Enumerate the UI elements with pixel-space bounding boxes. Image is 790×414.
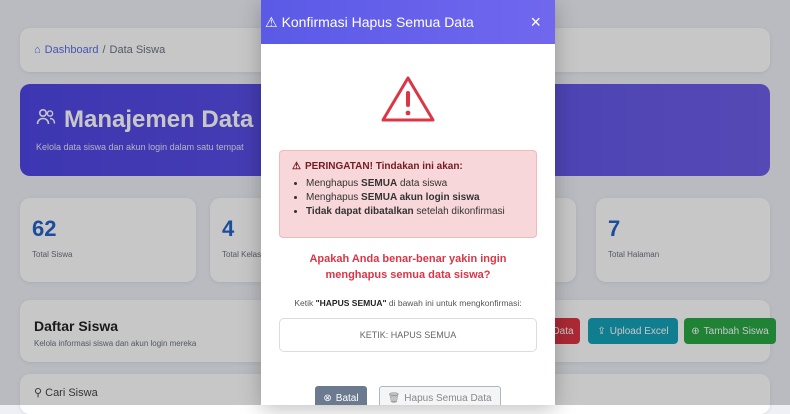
alert-heading: ⚠ PERINGATAN! Tindakan ini akan:	[292, 161, 526, 172]
item-strong: SEMUA akun login siswa	[361, 192, 480, 203]
item-text: data siswa	[397, 178, 448, 189]
modal-footer: ⊗ Batal 🗑 Hapus Semua Data	[261, 386, 555, 405]
delete-all-data-button[interactable]: 🗑 Hapus Semua Data	[378, 386, 501, 405]
list-item: Tidak dapat dibatalkan setelah dikonfirm…	[306, 206, 526, 217]
modal-header: ⚠ Konfirmasi Hapus Semua Data ×	[261, 0, 555, 44]
cancel-icon: ⊗	[323, 392, 332, 404]
item-strong: SEMUA	[361, 178, 398, 189]
instruction-text: Ketik	[294, 297, 316, 308]
confirmation-instruction: Ketik "HAPUS SEMUA" di bawah ini untuk m…	[261, 298, 555, 308]
item-text: setelah dikonfirmasi	[413, 206, 505, 217]
confirmation-question: Apakah Anda benar-benar yakin ingin meng…	[309, 253, 507, 281]
confirm-delete-modal: ⚠ Konfirmasi Hapus Semua Data × ⚠ PERING…	[261, 0, 555, 405]
modal-title-text: Konfirmasi Hapus Semua Data	[281, 14, 474, 30]
item-text: Menghapus	[306, 192, 362, 203]
instruction-keyword: "HAPUS SEMUA"	[315, 297, 387, 308]
item-strong: Tidak dapat dibatalkan	[306, 206, 414, 217]
list-item: Menghapus SEMUA akun login siswa	[306, 192, 526, 203]
delete-all-data-button-label: Hapus Semua Data	[404, 392, 492, 404]
item-text: Menghapus	[306, 178, 362, 189]
list-item: Menghapus SEMUA data siswa	[306, 178, 526, 189]
consequence-list: Menghapus SEMUA data siswa Menghapus SEM…	[292, 178, 526, 217]
close-icon[interactable]: ×	[530, 13, 541, 31]
cancel-button[interactable]: ⊗ Batal	[315, 386, 367, 405]
warning-icon: ⚠	[265, 13, 278, 30]
modal-title: ⚠ Konfirmasi Hapus Semua Data	[265, 14, 474, 31]
cancel-button-label: Batal	[335, 392, 359, 404]
alert-warning-icon: ⚠	[292, 161, 301, 172]
confirmation-input[interactable]	[279, 317, 537, 352]
alert-heading-text: PERINGATAN! Tindakan ini akan:	[304, 161, 463, 172]
instruction-text: di bawah ini untuk mengkonfirmasi:	[386, 297, 522, 308]
large-warning-icon	[261, 74, 555, 124]
warning-alert: ⚠ PERINGATAN! Tindakan ini akan: Menghap…	[279, 150, 537, 238]
trash-icon: 🗑	[387, 392, 401, 404]
